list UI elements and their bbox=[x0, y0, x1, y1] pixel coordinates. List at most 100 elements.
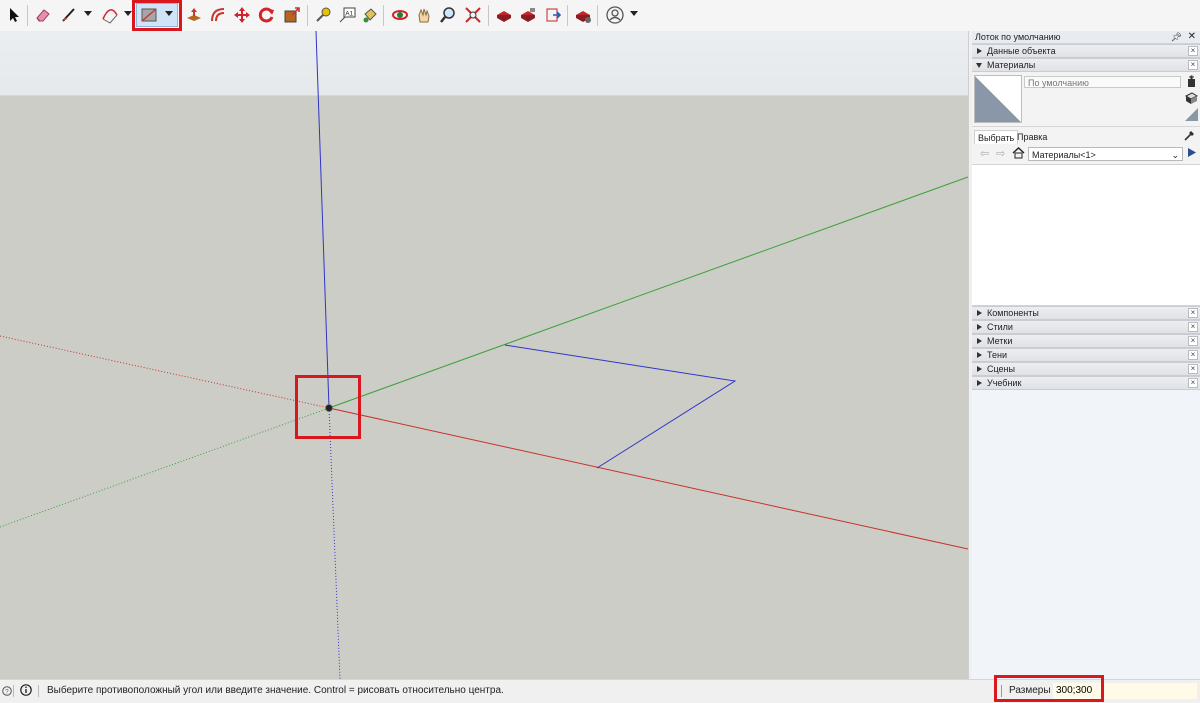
toolbar-separator bbox=[488, 5, 489, 26]
blue-axis-negative bbox=[328, 407, 341, 679]
paint-bucket-tool-icon[interactable] bbox=[360, 5, 380, 25]
expand-triangle-icon bbox=[977, 366, 982, 372]
create-material-icon[interactable] bbox=[1185, 75, 1198, 88]
eraser-tool-icon[interactable] bbox=[33, 5, 53, 25]
text-tool-glyph: A1 bbox=[345, 10, 353, 17]
tray-section-shadows[interactable]: Тени × bbox=[972, 348, 1200, 362]
tape-measure-tool-icon[interactable] bbox=[313, 5, 333, 25]
line-tool-icon[interactable] bbox=[59, 5, 79, 25]
section-label: Данные объекта bbox=[987, 46, 1056, 56]
materials-preview-area: По умолчанию bbox=[972, 72, 1200, 127]
arc-tool-dropdown[interactable] bbox=[124, 11, 132, 16]
close-icon[interactable]: × bbox=[1188, 308, 1198, 318]
extension-manager-icon[interactable] bbox=[573, 5, 593, 25]
details-arrow-icon[interactable] bbox=[1186, 146, 1198, 162]
materials-list[interactable] bbox=[972, 164, 1200, 306]
section-label: Материалы bbox=[987, 60, 1036, 70]
default-material-icon[interactable] bbox=[1185, 108, 1198, 121]
section-label: Учебник bbox=[987, 378, 1022, 388]
green-axis bbox=[328, 176, 968, 409]
tray-section-instructor[interactable]: Учебник × bbox=[972, 376, 1200, 390]
close-icon[interactable]: ✕ bbox=[1188, 31, 1196, 43]
pan-tool-icon[interactable] bbox=[414, 5, 434, 25]
tray-title: Лоток по умолчанию bbox=[975, 32, 1061, 42]
pin-icon[interactable]: 📌︎ bbox=[1171, 31, 1182, 43]
tray-section-tags[interactable]: Метки × bbox=[972, 334, 1200, 348]
red-axis bbox=[328, 407, 968, 550]
tray-section-components[interactable]: Компоненты × bbox=[972, 306, 1200, 320]
text-tool-icon[interactable]: A1 bbox=[337, 5, 357, 25]
expand-triangle-icon bbox=[977, 338, 982, 344]
material-name-field[interactable]: По умолчанию bbox=[1024, 76, 1181, 88]
close-icon[interactable]: × bbox=[1188, 364, 1198, 374]
toolbar-separator bbox=[383, 5, 384, 26]
tray-title-bar: Лоток по умолчанию 📌︎ ✕ bbox=[972, 31, 1200, 44]
move-tool-icon[interactable] bbox=[232, 5, 252, 25]
home-icon[interactable] bbox=[1012, 146, 1025, 162]
line-tool-dropdown[interactable] bbox=[84, 11, 92, 16]
blue-axis bbox=[315, 31, 330, 409]
tray-section-scenes[interactable]: Сцены × bbox=[972, 362, 1200, 376]
close-icon[interactable]: × bbox=[1188, 46, 1198, 56]
toolbar-separator bbox=[597, 5, 598, 26]
back-arrow-icon[interactable]: ⇦ bbox=[980, 147, 989, 160]
close-icon[interactable]: × bbox=[1188, 350, 1198, 360]
rectangle-preview-edges bbox=[504, 344, 737, 469]
warehouse-icon[interactable] bbox=[494, 5, 514, 25]
expand-triangle-icon bbox=[977, 310, 982, 316]
highlight-box-measurements bbox=[994, 675, 1104, 702]
tray-section-entity-info[interactable]: Данные объекта × bbox=[972, 44, 1200, 58]
tray-section-materials[interactable]: Материалы × bbox=[972, 58, 1200, 72]
expand-triangle-icon bbox=[977, 48, 982, 54]
material-library-select[interactable]: Материалы<1> ⌄ bbox=[1028, 147, 1183, 161]
status-bar: ? Выберите противоположный угол или введ… bbox=[0, 675, 1200, 703]
offset-tool-icon[interactable] bbox=[208, 5, 228, 25]
zoom-extents-tool-icon[interactable] bbox=[463, 5, 483, 25]
status-separator bbox=[38, 685, 39, 697]
section-label: Стили bbox=[987, 322, 1013, 332]
toolbar-separator bbox=[307, 5, 308, 26]
toolbar-separator bbox=[27, 5, 28, 26]
account-dropdown[interactable] bbox=[630, 11, 638, 16]
scale-tool-icon[interactable] bbox=[282, 5, 302, 25]
red-axis-negative bbox=[0, 335, 330, 409]
collapse-triangle-icon bbox=[976, 63, 982, 68]
select-tool-icon[interactable] bbox=[4, 5, 24, 25]
account-icon[interactable] bbox=[605, 5, 625, 25]
tray-section-styles[interactable]: Стили × bbox=[972, 320, 1200, 334]
section-label: Метки bbox=[987, 336, 1013, 346]
material-swatch[interactable] bbox=[974, 75, 1022, 123]
highlight-box-rectangle-tool bbox=[132, 0, 182, 31]
status-message: Выберите противоположный угол или введит… bbox=[47, 685, 504, 696]
eyedropper-icon[interactable] bbox=[1184, 129, 1196, 144]
main-toolbar: A1 bbox=[0, 0, 1200, 32]
close-icon[interactable]: × bbox=[1188, 322, 1198, 332]
drawing-viewport[interactable] bbox=[0, 31, 968, 679]
chevron-down-icon: ⌄ bbox=[1171, 150, 1179, 160]
arc-tool-icon[interactable] bbox=[100, 5, 120, 25]
status-separator bbox=[13, 685, 14, 697]
highlight-box-origin bbox=[295, 375, 361, 439]
forward-arrow-icon[interactable]: ⇨ bbox=[996, 147, 1005, 160]
section-label: Сцены bbox=[987, 364, 1015, 374]
send-to-layout-icon[interactable] bbox=[543, 5, 563, 25]
close-icon[interactable]: × bbox=[1188, 336, 1198, 346]
measurements-input-extension[interactable] bbox=[1105, 683, 1197, 699]
tab-select[interactable]: Выбрать bbox=[974, 130, 1019, 145]
rotate-tool-icon[interactable] bbox=[257, 5, 277, 25]
material-sample-icon[interactable] bbox=[1184, 91, 1199, 104]
orbit-tool-icon[interactable] bbox=[390, 5, 410, 25]
info-icon[interactable] bbox=[20, 684, 32, 699]
push-pull-tool-icon[interactable] bbox=[184, 5, 204, 25]
library-value: Материалы<1> bbox=[1032, 150, 1096, 160]
tab-edit[interactable]: Правка bbox=[1014, 130, 1050, 144]
section-label: Компоненты bbox=[987, 308, 1039, 318]
scene-canvas[interactable] bbox=[0, 31, 968, 679]
section-label: Тени bbox=[987, 350, 1007, 360]
expand-triangle-icon bbox=[977, 324, 982, 330]
close-icon[interactable]: × bbox=[1188, 60, 1198, 70]
extension-warehouse-icon[interactable] bbox=[518, 5, 538, 25]
help-icon[interactable]: ? bbox=[2, 686, 12, 699]
zoom-tool-icon[interactable] bbox=[438, 5, 458, 25]
close-icon[interactable]: × bbox=[1188, 378, 1198, 388]
